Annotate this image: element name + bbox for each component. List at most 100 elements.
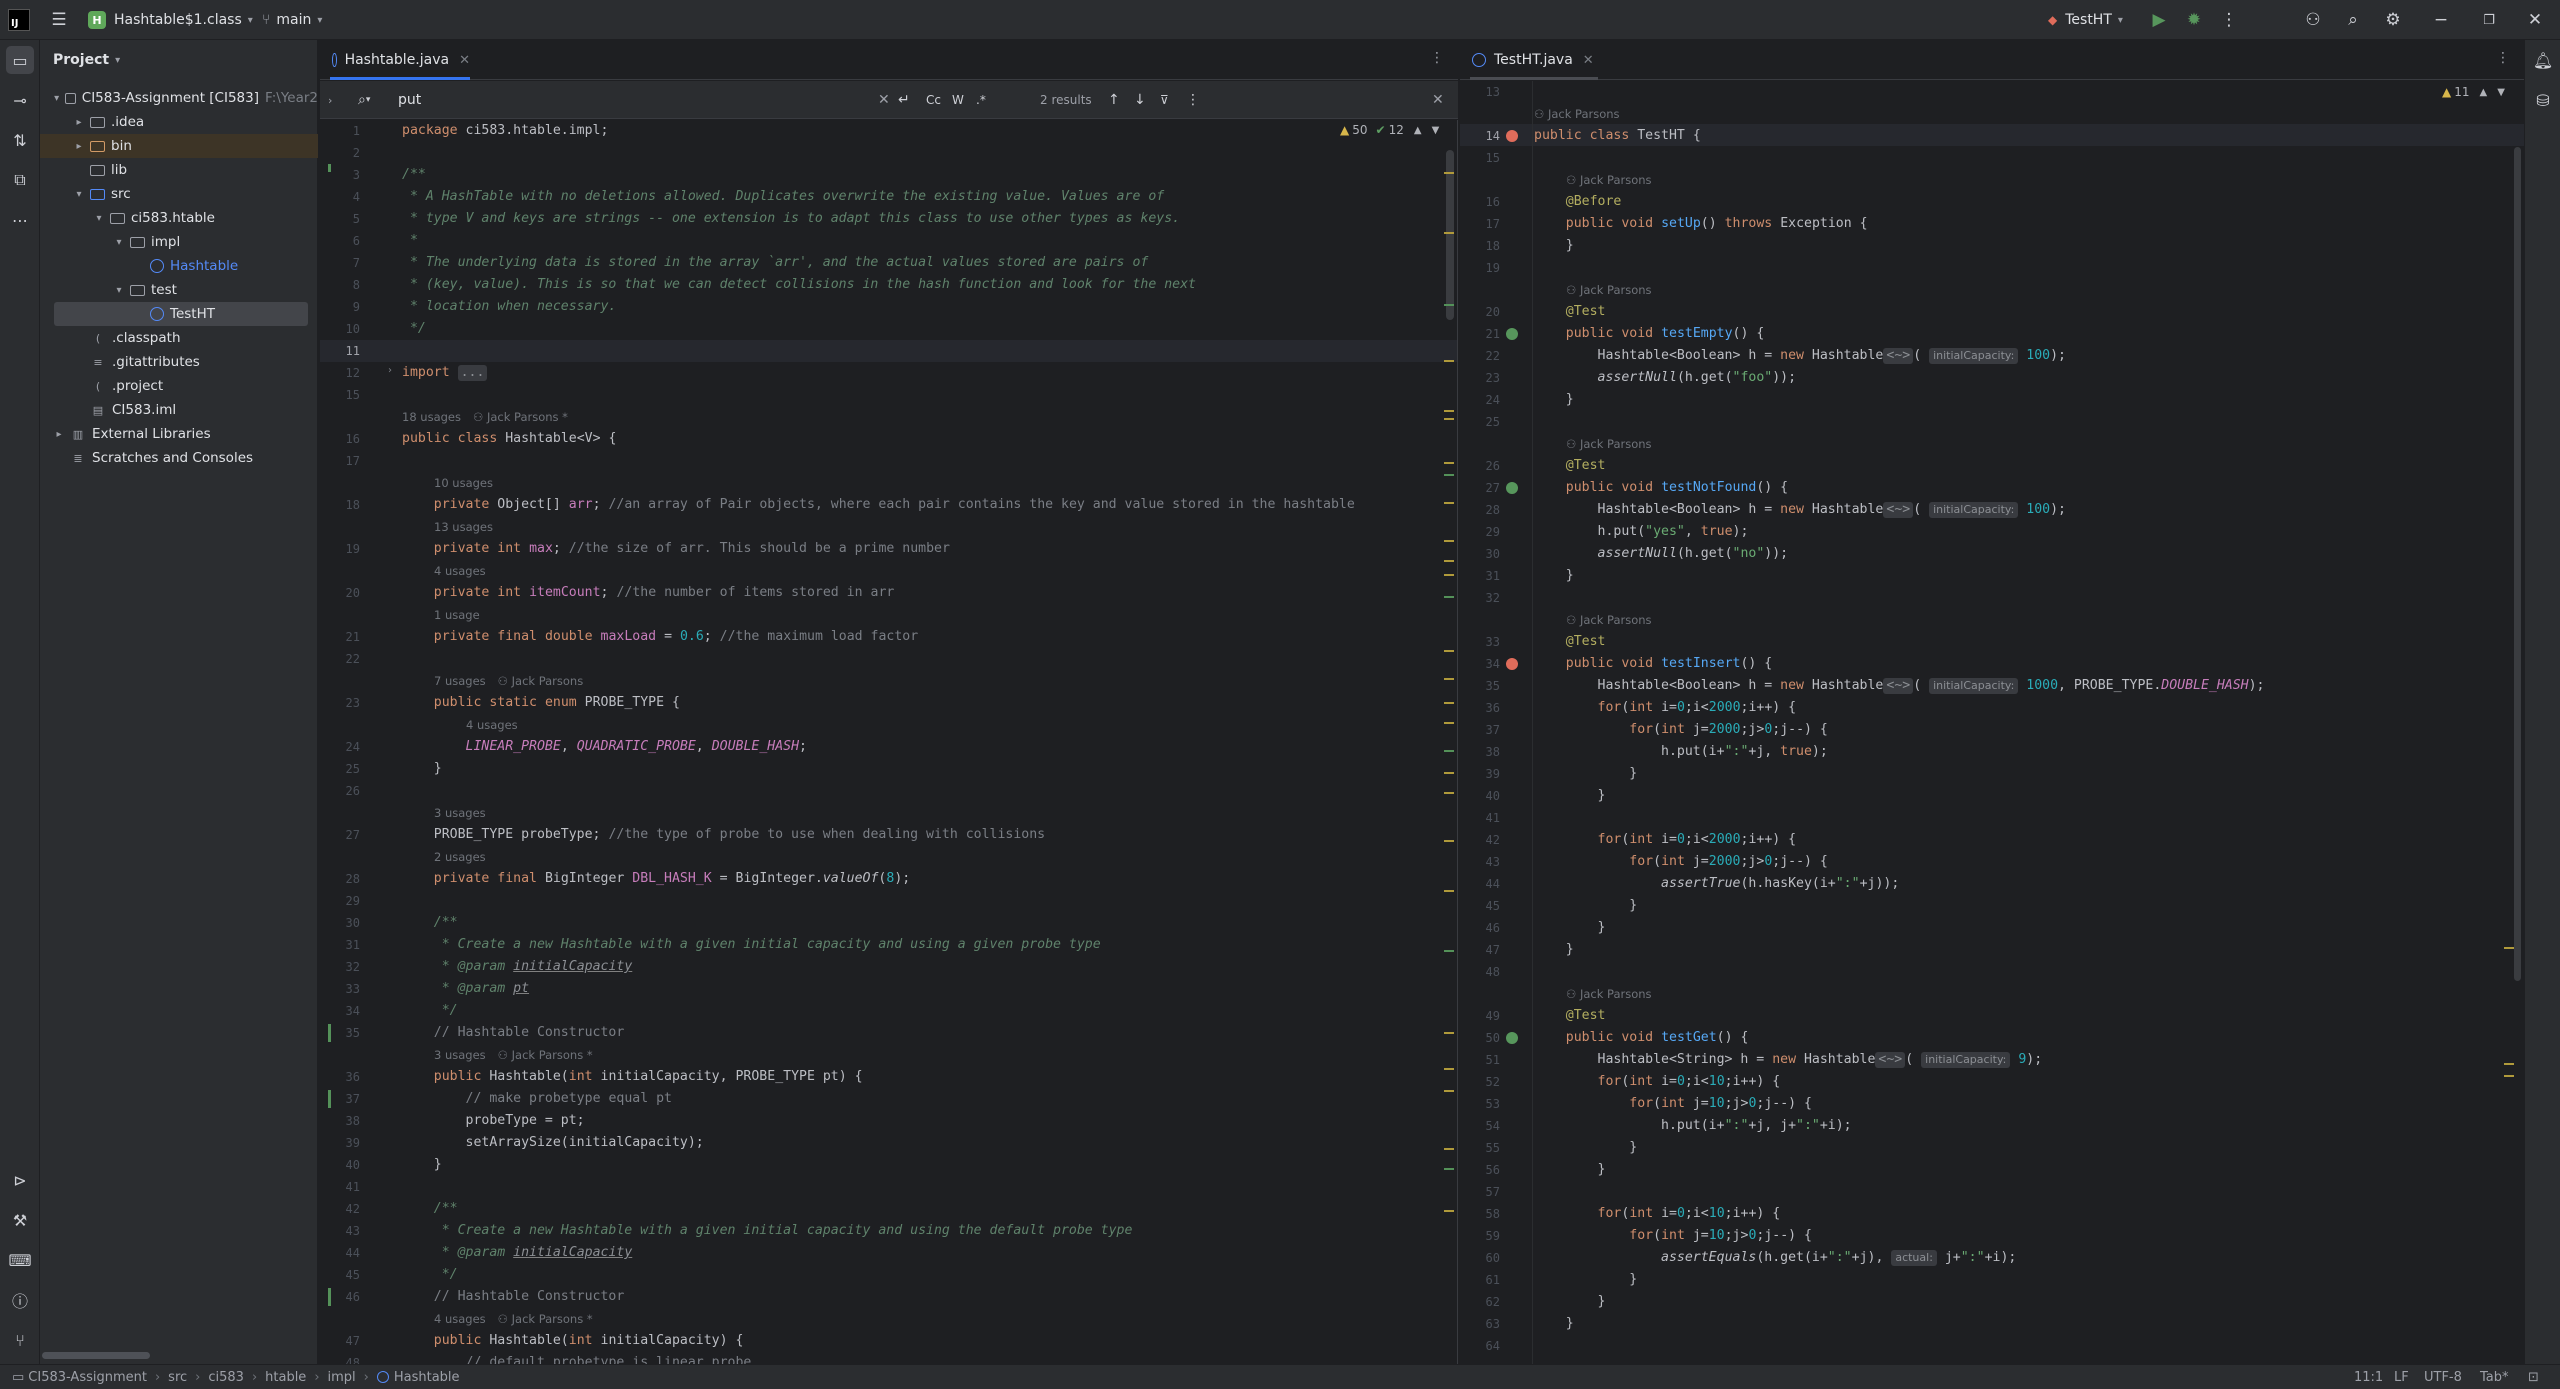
- build-icon[interactable]: ⚒: [6, 1206, 34, 1234]
- minimize-icon[interactable]: −: [2430, 9, 2452, 31]
- database-icon[interactable]: ⛁: [2529, 86, 2557, 114]
- tree-item-src[interactable]: ▾ src: [40, 182, 318, 206]
- debug-icon[interactable]: ✹: [2183, 9, 2205, 31]
- project-panel-header[interactable]: Project ▾: [40, 40, 317, 80]
- new-line-icon[interactable]: ↵: [898, 81, 910, 119]
- tree-item-bin[interactable]: ▸ bin: [40, 134, 318, 158]
- fold-arrow-icon[interactable]: ›: [388, 365, 392, 376]
- settings-icon[interactable]: ⚙: [2382, 9, 2404, 31]
- problems-icon[interactable]: ⓘ: [6, 1286, 34, 1314]
- run-icon[interactable]: ▶: [2148, 9, 2170, 31]
- author-inlay[interactable]: ⚇ Jack Parsons: [1566, 279, 1652, 301]
- left-code-editor[interactable]: ▲ 50 ✔ 12 ▲ ▼ 1 package ci583.htable.impl…: [320, 120, 1458, 1364]
- tab-testht-java[interactable]: TestHT.java ✕: [1470, 40, 1598, 80]
- author-inlay[interactable]: ⚇ Jack Parsons: [498, 674, 584, 688]
- expand-replace-icon[interactable]: ›: [328, 81, 332, 119]
- tree-item-test[interactable]: ▾ test: [40, 278, 318, 302]
- tab-hashtable-java[interactable]: Hashtable.java ✕: [330, 40, 470, 80]
- usages-inlay[interactable]: 4 usages ⚇ Jack Parsons *: [434, 1308, 593, 1330]
- more-tools-icon[interactable]: ⋯: [6, 206, 34, 234]
- next-occurrence-icon[interactable]: ↓: [1134, 81, 1146, 119]
- usages-inlay[interactable]: 1 usage: [434, 604, 480, 626]
- tree-item-impl[interactable]: ▾ impl: [40, 230, 318, 254]
- main-menu-icon[interactable]: ☰: [48, 9, 70, 31]
- close-tab-icon[interactable]: ✕: [459, 53, 470, 68]
- vcs-change-marker[interactable]: [328, 1024, 331, 1042]
- usages-inlay[interactable]: 3 usages ⚇ Jack Parsons *: [434, 1044, 593, 1066]
- tree-item-gitattributes[interactable]: ≡ .gitattributes: [40, 350, 318, 374]
- add-user-icon[interactable]: ⚇: [2302, 9, 2324, 31]
- indent-settings[interactable]: Tab*: [2480, 1365, 2509, 1389]
- close-tab-icon[interactable]: ✕: [1583, 53, 1594, 68]
- breadcrumb-item[interactable]: Hashtable: [394, 1370, 460, 1385]
- usages-inlay[interactable]: 3 usages: [434, 802, 486, 824]
- usages-inlay[interactable]: 18 usages ⚇ Jack Parsons *: [402, 406, 568, 428]
- author-inlay[interactable]: ⚇ Jack Parsons: [1566, 983, 1652, 1005]
- close-icon[interactable]: ✕: [2524, 9, 2546, 31]
- notifications-icon[interactable]: 🔔︎: [2529, 46, 2557, 74]
- whole-words-toggle[interactable]: W: [952, 81, 964, 119]
- run-test-gutter-icon[interactable]: [1506, 1032, 1518, 1044]
- more-search-options-icon[interactable]: ⋮: [1186, 81, 1200, 119]
- git-icon[interactable]: ⑂: [6, 1326, 34, 1354]
- author-inlay[interactable]: ⚇ Jack Parsons *: [498, 1048, 593, 1062]
- project-tool-icon[interactable]: ▭: [6, 46, 34, 74]
- commit-tool-icon[interactable]: ⊸: [6, 86, 34, 114]
- match-case-toggle[interactable]: Cc: [926, 81, 941, 119]
- run-config-selector[interactable]: ◆ TestHT ▾: [2048, 0, 2123, 40]
- vertical-scrollbar[interactable]: [2514, 147, 2521, 981]
- vcs-change-marker[interactable]: [328, 1090, 331, 1108]
- breadcrumb-item[interactable]: impl: [328, 1370, 356, 1385]
- tree-item-classpath[interactable]: ( .classpath: [40, 326, 318, 350]
- tree-item-project-file[interactable]: ( .project: [40, 374, 318, 398]
- tree-item-hashtable[interactable]: Hashtable: [40, 254, 318, 278]
- usages-inlay[interactable]: 13 usages: [434, 516, 493, 538]
- branch-switcher[interactable]: ⑂ main ▾: [262, 0, 322, 40]
- author-inlay[interactable]: ⚇ Jack Parsons *: [498, 1312, 593, 1326]
- breadcrumb-item[interactable]: ci583: [208, 1370, 244, 1385]
- run-test-gutter-icon[interactable]: [1506, 658, 1518, 670]
- vcs-change-marker[interactable]: [328, 164, 331, 172]
- pull-requests-icon[interactable]: ⇅: [6, 126, 34, 154]
- filter-icon[interactable]: ⊽: [1160, 81, 1169, 119]
- run-test-gutter-icon[interactable]: [1506, 328, 1518, 340]
- author-inlay[interactable]: ⚇ Jack Parsons: [1566, 169, 1652, 191]
- vcs-change-marker[interactable]: [328, 1288, 331, 1306]
- previous-occurrence-icon[interactable]: ↑: [1108, 81, 1120, 119]
- file-encoding[interactable]: UTF-8: [2424, 1365, 2462, 1389]
- close-find-bar-icon[interactable]: ✕: [1432, 81, 1444, 119]
- author-inlay[interactable]: ⚇ Jack Parsons: [1566, 433, 1652, 455]
- right-code-editor[interactable]: ▲ 11 ▲ ▼ 13 14 public class TestHT {15 16 @…: [1460, 81, 2524, 1364]
- tree-item-scratches[interactable]: ≣ Scratches and Consoles: [40, 446, 318, 470]
- usages-inlay[interactable]: 4 usages: [434, 560, 486, 582]
- caret-position[interactable]: 11:1: [2354, 1365, 2383, 1389]
- more-tabs-icon[interactable]: ⋮: [2496, 50, 2510, 66]
- scroll-thumb[interactable]: [1446, 150, 1454, 320]
- author-inlay[interactable]: ⚇ Jack Parsons *: [473, 410, 568, 424]
- clear-search-icon[interactable]: ✕: [878, 81, 890, 119]
- tree-item-iml[interactable]: ▤ CI583.iml: [40, 398, 318, 422]
- structure-tool-icon[interactable]: ⧉: [6, 166, 34, 194]
- author-inlay[interactable]: ⚇ Jack Parsons: [1534, 103, 1620, 125]
- author-inlay[interactable]: ⚇ Jack Parsons: [1566, 609, 1652, 631]
- terminal-icon[interactable]: ⌨: [6, 1246, 34, 1274]
- lock-icon[interactable]: ⊡: [2528, 1365, 2539, 1389]
- tree-item-external-libraries[interactable]: ▸ ▥ External Libraries: [40, 422, 318, 446]
- more-actions-icon[interactable]: ⋮: [2218, 9, 2240, 31]
- search-history-icon[interactable]: ⌕ ▾: [358, 81, 370, 119]
- services-icon[interactable]: ⊳: [6, 1166, 34, 1194]
- more-tabs-icon[interactable]: ⋮: [1430, 50, 1444, 66]
- usages-inlay[interactable]: 2 usages: [434, 846, 486, 868]
- tree-item-testht[interactable]: TestHT: [54, 302, 308, 326]
- maximize-icon[interactable]: ❐: [2478, 9, 2500, 31]
- breadcrumb-item[interactable]: CI583-Assignment: [28, 1370, 147, 1385]
- search-icon[interactable]: ⌕: [2342, 9, 2364, 31]
- run-test-gutter-icon[interactable]: [1506, 482, 1518, 494]
- line-separator[interactable]: LF: [2394, 1365, 2409, 1389]
- breadcrumb-item[interactable]: src: [168, 1370, 187, 1385]
- usages-inlay[interactable]: 10 usages: [434, 472, 493, 494]
- tree-item-idea[interactable]: ▸ .idea: [40, 110, 318, 134]
- run-test-gutter-icon[interactable]: [1506, 130, 1518, 142]
- usages-inlay[interactable]: 4 usages: [466, 714, 518, 736]
- tree-item-package[interactable]: ▾ ci583.htable: [40, 206, 318, 230]
